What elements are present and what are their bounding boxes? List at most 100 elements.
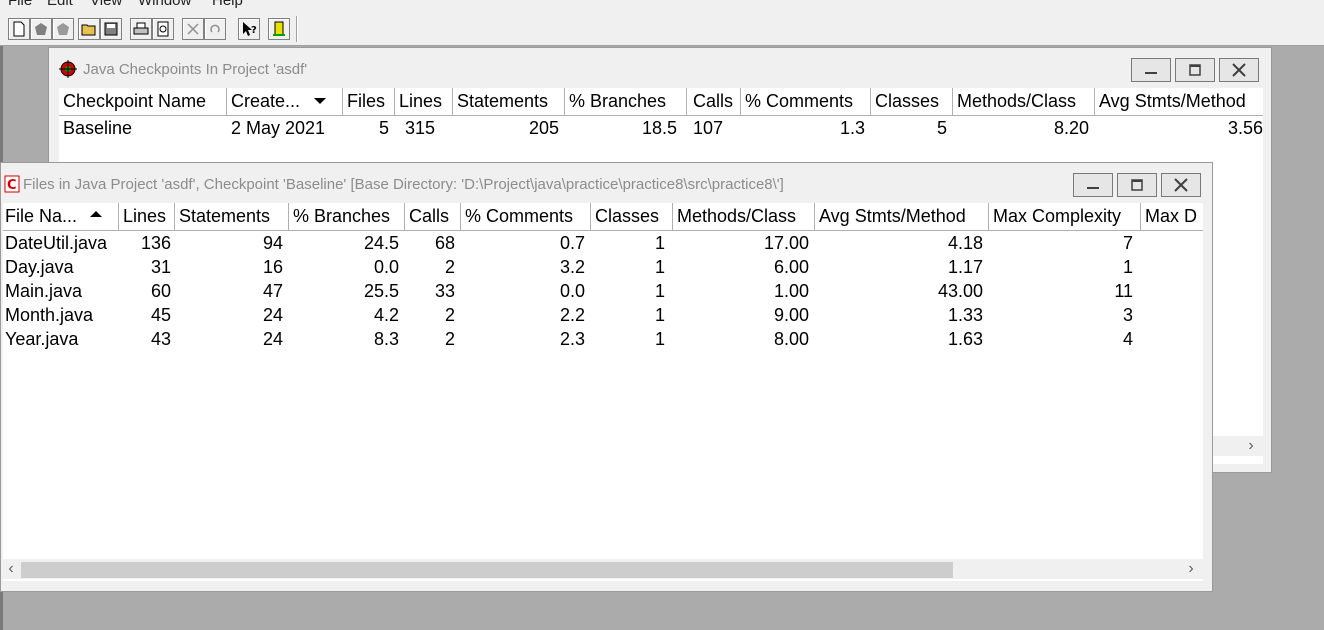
new-document-icon[interactable] [8, 18, 30, 40]
cell-statements: 16 [262, 257, 283, 277]
open-folder-icon[interactable] [78, 18, 100, 40]
cell-statements: 94 [262, 233, 283, 253]
checkpoint-target-icon [59, 60, 77, 78]
cell-methods-class: 8.00 [773, 329, 809, 349]
cell-lines: 45 [150, 305, 171, 325]
column-header-created-label: Create... [231, 91, 301, 111]
menu-window[interactable]: Window [138, 0, 191, 9]
files-table: File Na... Lines Statements % Branches C… [3, 203, 1203, 581]
cell-methods-class: 8.20 [1053, 118, 1089, 138]
checkpoints-title-bar[interactable]: Java Checkpoints In Project 'asdf' [49, 48, 1271, 92]
column-header-checkpoint-name[interactable]: Checkpoint Name [59, 88, 227, 116]
horizontal-scrollbar[interactable]: ‹ › [3, 559, 1203, 579]
cell-methods-class: 6.00 [773, 257, 809, 277]
cell-branches: 25.5 [363, 281, 399, 301]
minimize-button[interactable] [1131, 58, 1171, 82]
scroll-right-icon[interactable]: › [1183, 559, 1199, 579]
cell-calls: 68 [434, 233, 455, 253]
cell-calls: 2 [444, 305, 455, 325]
column-header-comments[interactable]: % Comments [741, 88, 871, 116]
cell-comments: 1.3 [839, 118, 865, 138]
column-header-branches[interactable]: % Branches [565, 88, 687, 116]
cell-comments: 2.2 [559, 305, 585, 325]
cell-classes: 1 [654, 329, 665, 349]
cell-lines: 60 [150, 281, 171, 301]
cell-classes: 1 [654, 233, 665, 253]
column-header-calls[interactable]: Calls [687, 88, 741, 116]
menu-help[interactable]: Help [212, 0, 243, 9]
cell-branches: 18.5 [641, 118, 677, 138]
whats-this-help-icon[interactable]: ? [238, 18, 260, 40]
maximize-button[interactable] [1117, 173, 1157, 197]
menu-bar: File Edit View Window Help [0, 0, 1324, 12]
column-header-files[interactable]: Files [343, 88, 395, 116]
cell-comments: 0.7 [559, 233, 585, 253]
exit-icon[interactable] [268, 18, 290, 40]
print-icon[interactable] [130, 18, 152, 40]
column-header-statements[interactable]: Statements [175, 203, 289, 231]
cell-branches: 0.0 [373, 257, 399, 277]
cell-methods-class: 9.00 [773, 305, 809, 325]
cell-statements: 24 [262, 329, 283, 349]
cell-max-complexity: 4 [1122, 329, 1133, 349]
checkpoints-window-title: Java Checkpoints In Project 'asdf' [83, 61, 308, 78]
close-button[interactable] [1219, 58, 1259, 82]
cell-max-complexity: 7 [1122, 233, 1133, 253]
menu-view[interactable]: View [90, 0, 122, 9]
save-icon[interactable] [100, 18, 122, 40]
column-header-file-name[interactable]: File Na... [3, 203, 119, 231]
column-header-statements[interactable]: Statements [453, 88, 565, 116]
cell-comments: 2.3 [559, 329, 585, 349]
cell-classes: 1 [654, 305, 665, 325]
cell-max-complexity: 3 [1122, 305, 1133, 325]
record-icon[interactable] [30, 18, 52, 40]
files-window-title: Files in Java Project 'asdf', Checkpoint… [23, 176, 784, 193]
svg-text:?: ? [251, 25, 257, 36]
scroll-left-icon[interactable]: ‹ [3, 559, 19, 579]
column-header-lines[interactable]: Lines [119, 203, 175, 231]
column-header-max-complexity[interactable]: Max Complexity [989, 203, 1141, 231]
svg-text:C: C [7, 178, 17, 193]
cell-statements: 24 [262, 305, 283, 325]
menu-file[interactable]: File [8, 0, 32, 9]
undo-icon[interactable] [204, 18, 226, 40]
files-title-bar[interactable]: C Files in Java Project 'asdf', Checkpoi… [1, 163, 1212, 207]
column-header-created[interactable]: Create... [227, 88, 343, 116]
column-header-methods-class[interactable]: Methods/Class [953, 88, 1095, 116]
column-header-comments[interactable]: % Comments [461, 203, 591, 231]
column-header-classes[interactable]: Classes [871, 88, 953, 116]
cell-lines: 43 [150, 329, 171, 349]
column-header-lines[interactable]: Lines [395, 88, 453, 116]
cell-comments: 3.2 [559, 257, 585, 277]
cell-branches: 4.2 [373, 305, 399, 325]
toolbar: ? [0, 14, 1324, 46]
menu-edit[interactable]: Edit [47, 0, 73, 9]
close-button[interactable] [1161, 173, 1201, 197]
delete-icon[interactable] [182, 18, 204, 40]
maximize-button[interactable] [1175, 58, 1215, 82]
column-header-classes[interactable]: Classes [591, 203, 673, 231]
scroll-right-icon[interactable]: › [1243, 436, 1259, 456]
column-header-file-name-label: File Na... [5, 206, 78, 226]
column-header-max-depth[interactable]: Max D [1141, 203, 1203, 231]
print-preview-icon[interactable] [152, 18, 174, 40]
files-window[interactable]: C Files in Java Project 'asdf', Checkpoi… [0, 162, 1213, 592]
column-header-avg-stmts-method[interactable]: Avg Stmts/Method [1095, 88, 1263, 116]
cell-avg-stmts-method: 43.00 [937, 281, 983, 301]
column-header-branches[interactable]: % Branches [289, 203, 405, 231]
record-disabled-icon[interactable] [52, 18, 74, 40]
cell-methods-class: 1.00 [773, 281, 809, 301]
minimize-button[interactable] [1073, 173, 1113, 197]
cell-branches: 24.5 [363, 233, 399, 253]
cell-file-name: Day.java [5, 257, 74, 277]
column-header-methods-class[interactable]: Methods/Class [673, 203, 815, 231]
cell-checkpoint-name: Baseline [63, 118, 133, 138]
cell-file-name: Month.java [5, 305, 94, 325]
column-header-avg-stmts-method[interactable]: Avg Stmts/Method [815, 203, 989, 231]
cell-classes: 5 [936, 118, 947, 138]
cell-max-complexity: 1 [1122, 257, 1133, 277]
scrollbar-thumb[interactable] [21, 562, 953, 578]
sort-descending-icon [314, 98, 326, 104]
column-header-calls[interactable]: Calls [405, 203, 461, 231]
toolbar-separator [296, 16, 298, 42]
